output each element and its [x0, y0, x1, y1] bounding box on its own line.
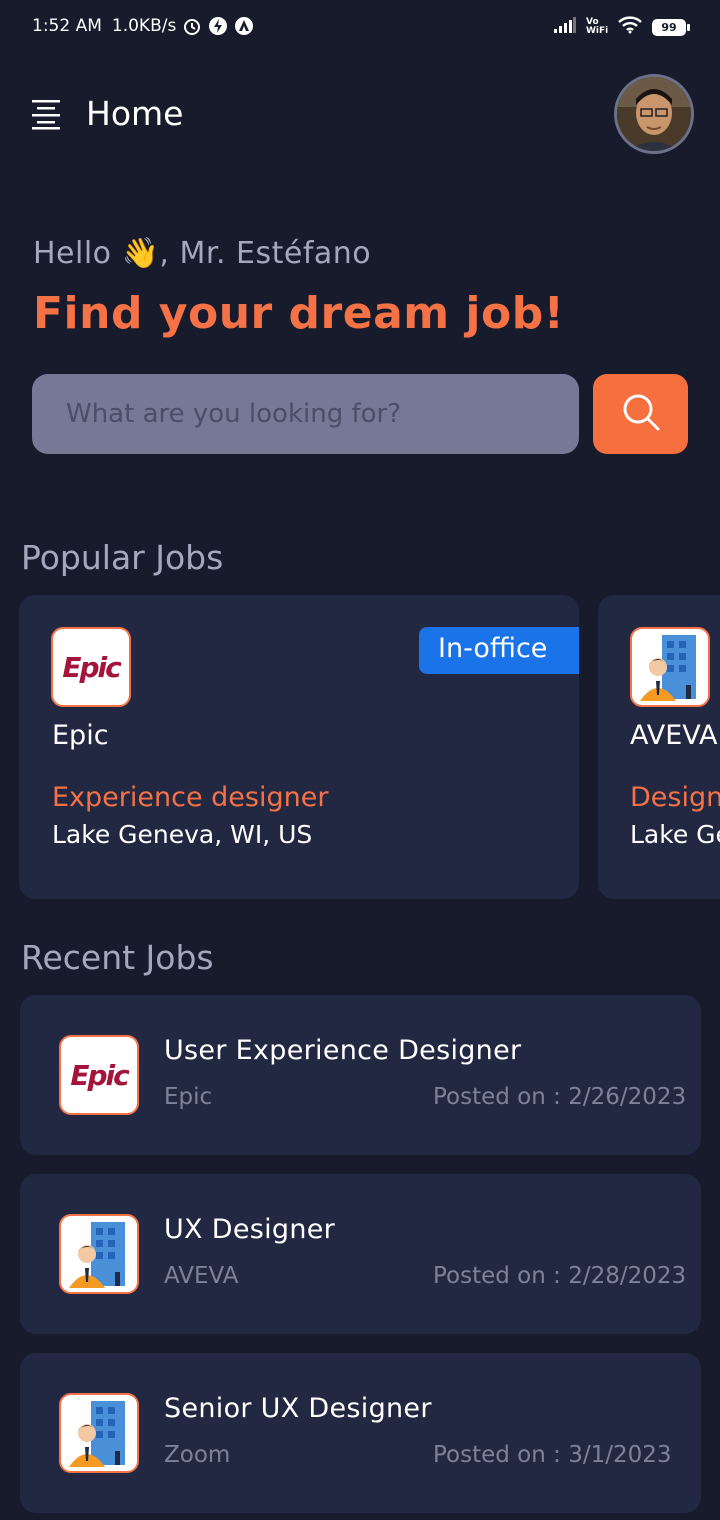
hamburger-menu-icon[interactable] — [30, 98, 62, 130]
company-name: AVEVA — [630, 720, 718, 751]
app-notification-icon — [234, 16, 254, 36]
recent-job-card[interactable]: Senior UX Designer Zoom Posted on : 3/1/… — [20, 1353, 701, 1513]
job-title: Designer — [630, 782, 720, 813]
job-title: Experience designer — [52, 782, 329, 813]
epic-logo: Epic — [59, 1035, 139, 1115]
status-speed: 1.0KB/s — [111, 16, 177, 36]
recent-job-card[interactable]: UX Designer AVEVA Posted on : 2/28/2023 — [20, 1174, 701, 1334]
signal-icon — [554, 17, 576, 37]
job-title: UX Designer — [164, 1214, 336, 1245]
popular-jobs-title: Popular Jobs — [21, 538, 224, 577]
battery-icon: 99 — [652, 18, 690, 36]
recent-job-card[interactable]: Epic User Experience Designer Epic Poste… — [20, 995, 701, 1155]
greeting-text: Hello 👋, Mr. Estéfano — [33, 236, 372, 271]
building-person-icon — [59, 1393, 139, 1473]
alarm-icon — [182, 16, 202, 36]
battery-level: 99 — [652, 18, 686, 36]
company-name: AVEVA — [164, 1263, 239, 1289]
job-location: Lake Geneva, WI, US — [52, 820, 313, 849]
job-location: Lake Geneva, WI, US — [630, 820, 720, 849]
building-person-icon — [630, 627, 710, 707]
search-icon — [619, 390, 663, 438]
company-name: Epic — [52, 720, 109, 751]
recent-jobs-title: Recent Jobs — [21, 938, 214, 977]
search-button[interactable] — [593, 374, 688, 454]
epic-logo: Epic — [51, 627, 131, 707]
posted-date: Posted on : 2/26/2023 — [433, 1084, 687, 1110]
search-input[interactable] — [32, 374, 579, 454]
popular-job-card[interactable]: AVEVA Designer Lake Geneva, WI, US — [598, 595, 720, 899]
status-bar: 1:52 AM 1.0KB/s Vo WiFi 99 — [0, 0, 720, 56]
epic-logo-text: Epic — [62, 650, 121, 684]
work-type-badge: In-office — [419, 627, 579, 674]
building-person-icon — [59, 1214, 139, 1294]
status-time: 1:52 AM — [32, 16, 102, 36]
company-name: Epic — [164, 1084, 213, 1110]
user-avatar[interactable] — [614, 74, 694, 154]
headline: Find your dream job! — [33, 288, 565, 339]
job-title: User Experience Designer — [164, 1035, 522, 1066]
power-saver-icon — [208, 16, 228, 36]
posted-date: Posted on : 2/28/2023 — [433, 1263, 687, 1289]
posted-date: Posted on : 3/1/2023 — [433, 1442, 672, 1468]
page-title: Home — [86, 94, 184, 133]
vowifi-label: Vo WiFi — [586, 17, 609, 36]
epic-logo-text: Epic — [70, 1058, 129, 1092]
wifi-icon — [618, 16, 642, 38]
company-name: Zoom — [164, 1442, 231, 1468]
job-title: Senior UX Designer — [164, 1393, 432, 1424]
